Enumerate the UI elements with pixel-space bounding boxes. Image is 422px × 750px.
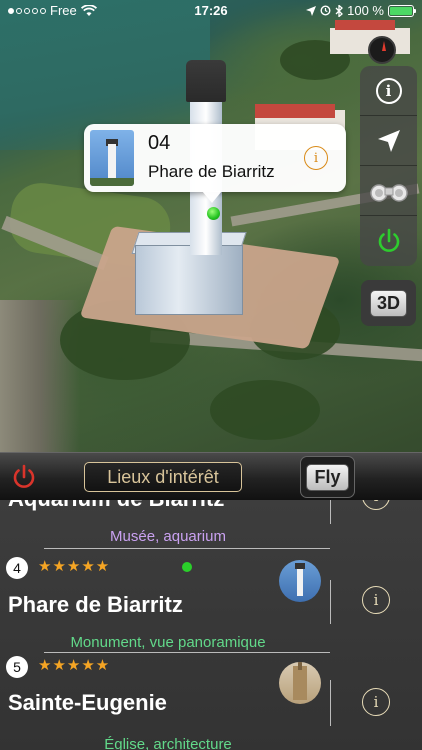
divider	[330, 580, 331, 624]
list-item[interactable]: 4 ★★★★★ Phare de Biarritz i Monument, vu…	[0, 552, 422, 652]
poi-rating: ★★★★★	[38, 558, 111, 575]
trees	[210, 380, 320, 440]
location-arrow-icon	[377, 129, 400, 152]
panel-header: Lieux d'intérêt Fly	[0, 452, 422, 500]
list-item[interactable]: 5 ★★★★★ Sainte-Eugenie i Église, archite…	[0, 656, 422, 750]
divider	[330, 680, 331, 726]
locate-button[interactable]	[360, 116, 417, 166]
map-view[interactable]	[0, 0, 422, 470]
poi-title: Sainte-Eugenie	[8, 690, 167, 715]
poi-info-button[interactable]: i	[362, 586, 390, 614]
separator	[44, 548, 330, 549]
poi-info-button[interactable]: i	[362, 500, 390, 510]
power-icon	[378, 228, 399, 252]
battery-icon	[388, 4, 416, 17]
poi-info-button[interactable]: i	[362, 688, 390, 716]
poi-title: Aquarium de Biarritz	[8, 500, 224, 512]
battery-percent: 100 %	[347, 3, 384, 18]
poi-photo	[279, 662, 321, 704]
list-item[interactable]: Aquarium de Biarritz i Musée, aquarium	[0, 500, 422, 552]
binoculars-button[interactable]	[360, 166, 417, 216]
info-icon: i	[375, 77, 402, 104]
callout-thumbnail	[90, 130, 134, 186]
map-toolbar: i	[360, 66, 417, 266]
fly-label: Fly	[306, 463, 349, 491]
bluetooth-icon	[335, 4, 344, 17]
poi-photo	[279, 560, 321, 602]
poi-category: Musée, aquarium	[110, 528, 226, 545]
3d-label: 3D	[369, 289, 407, 317]
fly-button[interactable]: Fly	[300, 456, 355, 498]
info-icon: i	[373, 591, 379, 609]
binoculars-icon	[369, 183, 408, 202]
building-roof	[255, 104, 335, 118]
3d-toggle-button[interactable]: 3D	[361, 280, 416, 326]
map-pin[interactable]	[207, 207, 220, 220]
info-button[interactable]: i	[360, 66, 417, 116]
separator	[44, 652, 330, 653]
poi-number-badge: 5	[6, 656, 28, 678]
info-icon: i	[313, 150, 319, 166]
poi-category: Monument, vue panoramique	[70, 634, 266, 651]
lighthouse-lantern	[186, 60, 226, 102]
callout-info-button[interactable]: i	[304, 146, 328, 170]
callout-title: Phare de Biarritz	[148, 162, 275, 181]
power-map-button[interactable]	[360, 216, 417, 266]
status-bar: Free 17:26 100 %	[0, 0, 422, 22]
callout-number: 04	[148, 132, 171, 154]
poi-category: Église, architecture	[104, 736, 232, 750]
poi-title: Phare de Biarritz	[8, 592, 183, 617]
power-off-button[interactable]	[10, 463, 38, 491]
poi-list[interactable]: Aquarium de Biarritz i Musée, aquarium 4…	[0, 500, 422, 750]
divider	[330, 500, 331, 524]
location-services-icon	[306, 5, 317, 16]
poi-rating: ★★★★★	[38, 657, 111, 674]
points-of-interest-button[interactable]: Lieux d'intérêt	[84, 462, 242, 492]
alarm-icon	[320, 5, 331, 16]
current-location-dot	[182, 562, 192, 572]
info-icon: i	[374, 500, 379, 505]
poi-number-badge: 4	[6, 557, 28, 579]
map-callout[interactable]: 04 Phare de Biarritz i	[84, 124, 346, 203]
battery-level	[390, 6, 412, 15]
lighthouse-base	[135, 245, 243, 315]
info-icon: i	[373, 693, 379, 711]
compass-icon[interactable]	[368, 36, 396, 64]
